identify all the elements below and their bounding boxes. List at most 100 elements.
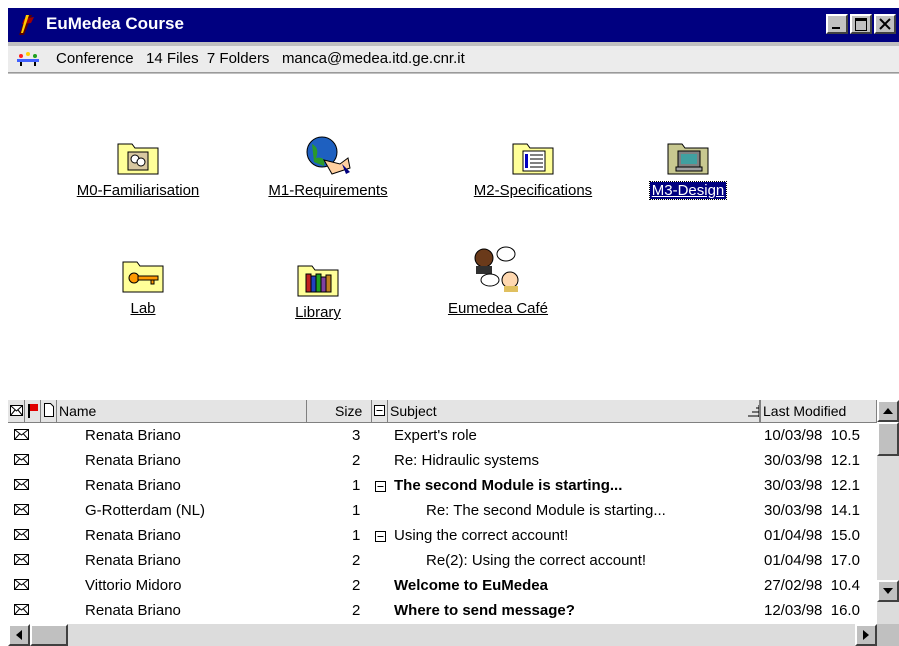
row-last-modified: 27/02/98 10.4 [764,577,860,594]
row-subject: Welcome to EuMedea [394,577,548,594]
app-window: EuMedea Course Conference 14 Files 7 Fol… [8,8,899,646]
row-last-modified: 10/03/98 10.5 [764,427,860,444]
scroll-right-button[interactable] [855,624,877,646]
row-size: 1 [352,477,361,494]
row-name: Renata Briano [85,477,181,494]
folder-key-icon [122,261,164,293]
conference-icon [17,52,39,66]
envelope-icon [14,454,29,465]
table-row[interactable]: Renata Briano 2 Where to send message? 12/0… [8,599,877,624]
column-attachment[interactable] [41,400,57,422]
envelope-icon [14,479,29,490]
app-logo-icon [19,15,34,35]
sort-icon [748,405,759,417]
table-row[interactable]: Renata Briano 2 Re(2): Using the correct a… [8,549,877,574]
arrow-down-icon [883,588,893,594]
folder-icons-pane: M0-Familiarisation M1-Requirements M2-Sp… [8,74,899,400]
scroll-up-button[interactable] [877,400,899,422]
envelope-icon [14,579,29,590]
maximize-button[interactable] [850,14,872,34]
column-read-status[interactable] [8,400,25,422]
scroll-left-button[interactable] [8,624,30,646]
arrow-right-icon [863,630,869,640]
table-row[interactable]: Vittorio Midoro 2 Welcome to EuMedea 27/02/… [8,574,877,599]
row-size: 1 [352,502,361,519]
table-row[interactable]: Renata Briano 3 Expert's role 10/03/98 10.5 [8,424,877,449]
envelope-icon [10,405,23,416]
table-row[interactable]: G-Rotterdam (NL) 1 Re: The second Module i… [8,499,877,524]
row-last-modified: 01/04/98 15.0 [764,527,860,544]
folder-m1-requirements[interactable]: M1-Requirements [248,134,408,199]
row-size: 1 [352,527,361,544]
item-label: Lab [130,300,156,317]
item-label: M0-Familiarisation [76,182,200,199]
message-list: Name Size Subject Last Modified Renata B… [8,400,899,646]
globe-hand-icon [306,136,351,175]
table-row[interactable]: Renata Briano 2 Re: Hidraulic systems 30/03… [8,449,877,474]
flag-icon [28,404,38,418]
row-subject: Re(2): Using the correct account! [426,552,647,569]
row-subject: Re: The second Module is starting... [426,502,666,519]
horizontal-scrollbar[interactable] [8,624,877,646]
thread-collapse-icon[interactable] [375,531,386,542]
item-label: Library [295,304,341,321]
row-name: Renata Briano [85,602,181,619]
column-subject[interactable]: Subject [388,400,760,422]
row-subject: Expert's role [394,427,477,444]
row-size: 2 [352,602,361,619]
table-row[interactable]: Renata Briano 1 The second Module is start… [8,474,877,499]
row-name: G-Rotterdam (NL) [85,502,206,519]
thread-collapse-icon[interactable] [375,481,386,492]
row-name: Vittorio Midoro [85,577,182,594]
window-title: EuMedea Course [46,14,184,33]
table-row[interactable]: Renata Briano 1 Using the correct account!… [8,524,877,549]
column-thread[interactable] [372,400,388,422]
row-size: 3 [352,427,361,444]
vertical-scroll-thumb[interactable] [877,422,899,456]
chat-people-icon [474,246,519,292]
row-last-modified: 30/03/98 12.1 [764,477,860,494]
folder-eumedea-cafe[interactable]: Eumedea Café [428,244,568,317]
column-header-row: Name Size Subject Last Modified [8,400,877,423]
document-icon [44,403,54,417]
envelope-icon [14,504,29,515]
folder-people-icon [117,143,159,175]
folder-lab[interactable]: Lab [98,256,188,317]
resize-grip[interactable] [877,624,899,646]
arrow-left-icon [16,630,22,640]
folder-document-icon [512,143,554,175]
folder-m2-specifications[interactable]: M2-Specifications [448,138,618,199]
row-name: Renata Briano [85,452,181,469]
row-size: 2 [352,552,361,569]
vertical-scrollbar[interactable] [877,400,899,624]
row-last-modified: 30/03/98 14.1 [764,502,860,519]
minimize-button[interactable] [826,14,848,34]
title-bar[interactable]: EuMedea Course [8,8,899,42]
row-size: 2 [352,577,361,594]
info-bar: Conference 14 Files 7 Folders manca@mede… [8,46,899,73]
folder-m0-familiarisation[interactable]: M0-Familiarisation [53,138,223,199]
envelope-icon [14,604,29,615]
close-icon [879,18,891,30]
column-last-modified[interactable]: Last Modified [760,400,877,422]
item-label: M2-Specifications [473,182,593,199]
column-name[interactable]: Name [57,400,307,422]
envelope-icon [14,554,29,565]
envelope-icon [14,429,29,440]
collapse-icon [374,405,385,416]
horizontal-scroll-thumb[interactable] [30,624,68,646]
column-flag[interactable] [25,400,41,422]
close-button[interactable] [874,14,896,34]
row-last-modified: 30/03/98 12.1 [764,452,860,469]
item-label: M3-Design [648,181,728,200]
item-label: Eumedea Café [447,300,549,317]
scroll-down-button[interactable] [877,580,899,602]
column-size[interactable]: Size [307,400,372,422]
item-label: M1-Requirements [268,182,388,199]
folder-m3-design[interactable]: M3-Design [618,138,758,200]
row-name: Renata Briano [85,552,181,569]
arrow-up-icon [883,408,893,414]
row-subject: The second Module is starting... [394,477,623,494]
folder-library[interactable]: Library [273,260,363,321]
row-last-modified: 12/03/98 16.0 [764,602,860,619]
